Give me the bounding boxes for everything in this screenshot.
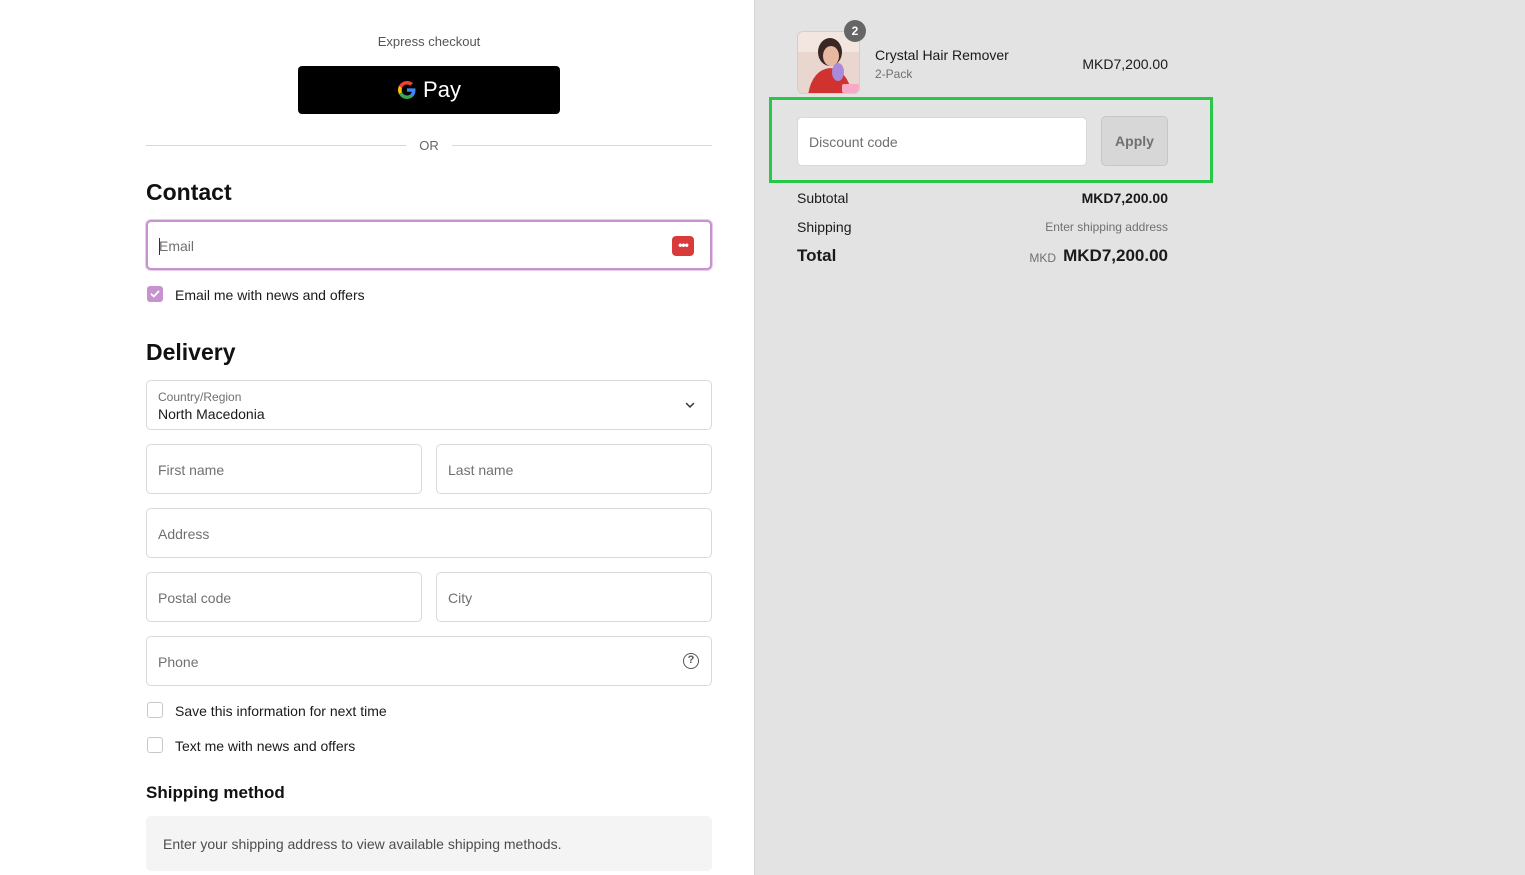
total-currency: MKD	[1029, 251, 1056, 265]
first-name-field[interactable]: First name	[146, 444, 422, 494]
checkmark-icon	[150, 290, 160, 298]
shipping-method-message: Enter your shipping address to view avai…	[163, 836, 562, 852]
password-manager-icon[interactable]: •••	[672, 236, 694, 256]
or-separator: OR	[146, 137, 712, 155]
product-name: Crystal Hair Remover	[875, 47, 1009, 63]
newsletter-checkbox[interactable]	[147, 286, 163, 302]
apply-discount-button[interactable]: Apply	[1101, 116, 1168, 166]
contact-heading: Contact	[146, 179, 232, 205]
postal-code-placeholder: Postal code	[158, 590, 232, 606]
postal-code-field[interactable]: Postal code	[146, 572, 422, 622]
total-label: Total	[797, 246, 837, 265]
last-name-field[interactable]: Last name	[436, 444, 712, 494]
country-label: Country/Region	[158, 390, 242, 404]
quantity-badge: 2	[844, 20, 866, 42]
discount-code-placeholder: Discount code	[809, 134, 898, 150]
address-placeholder: Address	[158, 526, 210, 542]
city-placeholder: City	[448, 590, 473, 606]
phone-placeholder: Phone	[158, 654, 199, 670]
first-name-placeholder: First name	[158, 462, 225, 478]
help-icon[interactable]: ?	[683, 653, 699, 669]
chevron-down-icon	[685, 402, 695, 409]
discount-code-field[interactable]: Discount code	[797, 117, 1087, 166]
shipping-method-heading: Shipping method	[146, 783, 285, 802]
city-field[interactable]: City	[436, 572, 712, 622]
shipping-label: Shipping	[797, 219, 852, 235]
save-info-checkbox[interactable]	[147, 702, 163, 718]
subtotal-value: MKD7,200.00	[1081, 190, 1168, 206]
google-pay-label: Pay	[423, 77, 461, 102]
text-offers-label: Text me with news and offers	[175, 738, 356, 754]
google-pay-button[interactable]: Pay	[298, 66, 560, 114]
express-checkout-label: Express checkout	[377, 34, 481, 49]
shipping-method-notice: Enter your shipping address to view avai…	[146, 816, 712, 871]
email-placeholder: Email	[159, 238, 195, 254]
last-name-placeholder: Last name	[448, 462, 514, 478]
save-info-label: Save this information for next time	[175, 703, 387, 719]
country-value: North Macedonia	[158, 406, 265, 422]
text-offers-checkbox[interactable]	[147, 737, 163, 753]
country-select[interactable]: Country/Region North Macedonia	[146, 380, 712, 430]
product-variant: 2-Pack	[875, 67, 913, 81]
separator-line	[452, 145, 712, 146]
checkout-form-panel	[0, 0, 754, 875]
email-field[interactable]: Email •••	[146, 220, 712, 270]
product-price: MKD7,200.00	[1082, 56, 1168, 72]
subtotal-label: Subtotal	[797, 190, 849, 206]
address-field[interactable]: Address	[146, 508, 712, 558]
shipping-value: Enter shipping address	[1045, 220, 1168, 234]
delivery-heading: Delivery	[146, 339, 236, 365]
total-value: MKD7,200.00	[1063, 246, 1168, 265]
phone-field[interactable]: Phone ?	[146, 636, 712, 686]
newsletter-label: Email me with news and offers	[175, 287, 365, 303]
